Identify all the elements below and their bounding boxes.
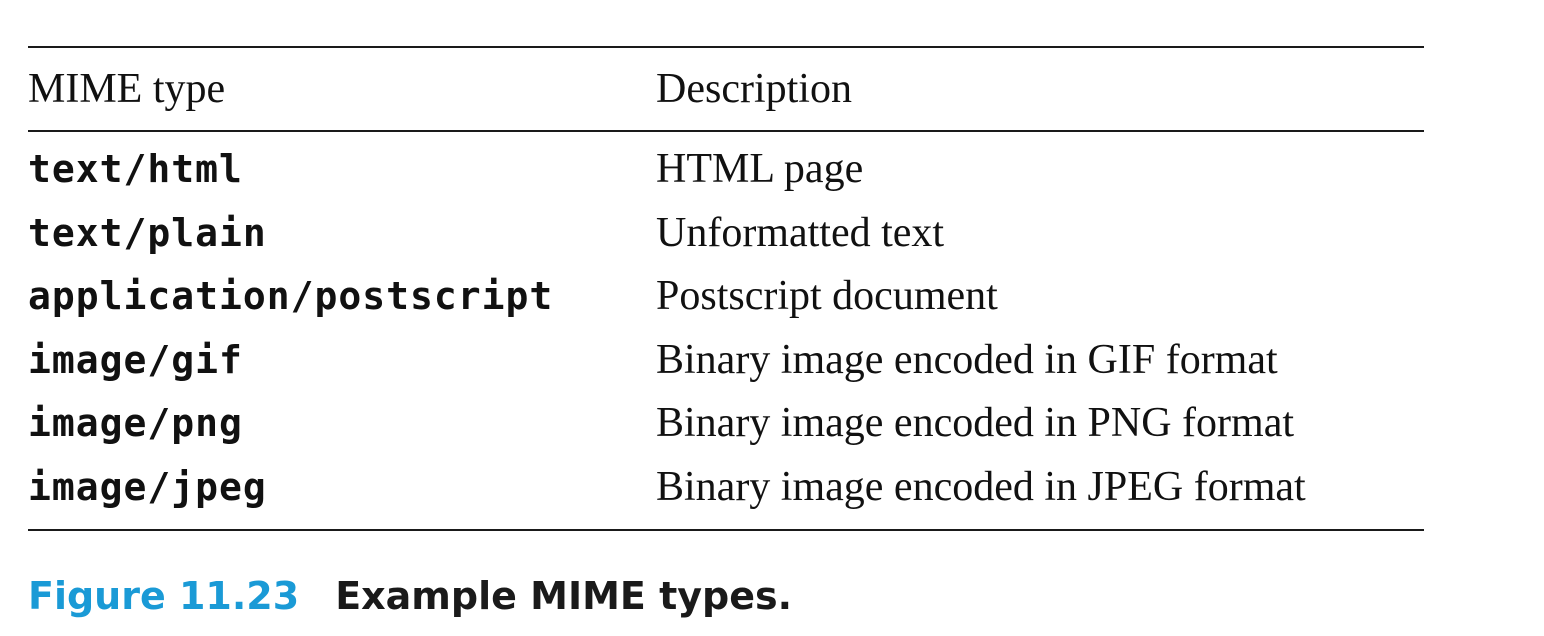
description-cell: HTML page [656, 146, 864, 192]
table-row: image/png Binary image encoded in PNG fo… [28, 392, 1424, 456]
figure-caption-text: Example MIME types. [335, 574, 793, 618]
figure-caption: Figure 11.23 Example MIME types. [28, 566, 792, 626]
mime-type-cell: text/plain [28, 210, 267, 255]
table-row: text/plain Unformatted text [28, 202, 1424, 266]
table-row: text/html HTML page [28, 138, 1424, 202]
mime-type-cell: image/gif [28, 337, 243, 382]
mime-type-cell: image/jpeg [28, 464, 267, 509]
description-cell: Binary image encoded in JPEG format [656, 463, 1306, 510]
table-row: image/jpeg Binary image encoded in JPEG … [28, 456, 1424, 520]
mime-types-table: MIME type Description text/html HTML pag… [28, 46, 1424, 531]
table-row: application/postscript Postscript docume… [28, 265, 1424, 329]
figure-label: Figure 11.23 [28, 574, 300, 618]
table-body: text/html HTML page text/plain Unformatt… [28, 132, 1424, 529]
description-cell: Binary image encoded in PNG format [656, 400, 1294, 446]
description-cell: Postscript document [656, 273, 998, 319]
header-description: Description [656, 66, 852, 112]
mime-type-cell: application/postscript [28, 274, 554, 318]
mime-type-cell: text/html [28, 147, 243, 191]
bottom-rule [28, 529, 1424, 531]
description-cell: Unformatted text [656, 209, 945, 256]
description-cell: Binary image encoded in GIF format [656, 336, 1278, 383]
mime-type-cell: image/png [28, 401, 243, 445]
table-row: image/gif Binary image encoded in GIF fo… [28, 329, 1424, 393]
table-header-row: MIME type Description [28, 48, 1424, 130]
header-mime-type: MIME type [28, 66, 226, 112]
